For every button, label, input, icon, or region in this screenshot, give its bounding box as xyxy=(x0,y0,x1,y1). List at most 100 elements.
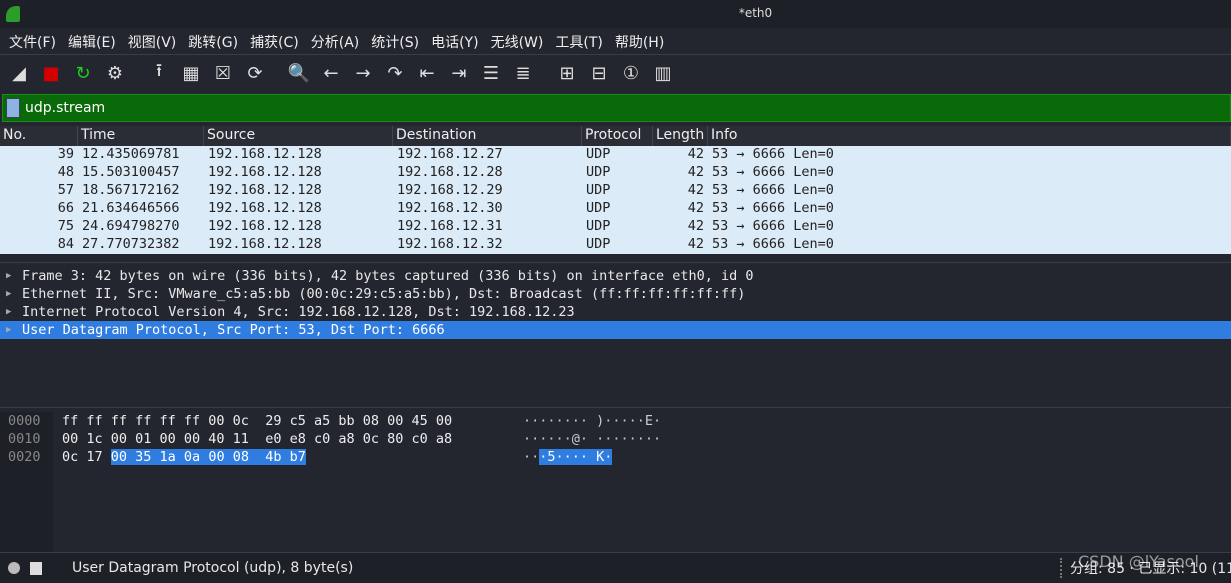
go-back-icon: ← xyxy=(323,62,339,84)
packet-cell: UDP xyxy=(586,164,611,180)
hex-bytes[interactable]: 00 1c 00 01 00 00 40 11 e0 e8 c0 a8 0c 8… xyxy=(62,430,452,448)
first-packet-button[interactable]: ⇤ xyxy=(413,59,441,87)
column-header[interactable]: Time xyxy=(78,126,204,146)
detail-tree-item[interactable]: ▶ Frame 3: 42 bytes on wire (336 bits), 4… xyxy=(0,267,1231,285)
expand-arrow-icon[interactable]: ▶ xyxy=(6,289,22,299)
hex-offset: 0010 xyxy=(8,431,41,447)
go-forward-icon: → xyxy=(355,62,371,84)
find-packet-button[interactable]: 🔍 xyxy=(285,59,313,87)
packet-row[interactable]: 48 15.503100457 192.168.12.128 192.168.12.2… xyxy=(0,164,1231,182)
packet-cell: 27.770732382 xyxy=(82,236,180,252)
packet-cell: 192.168.12.128 xyxy=(208,218,322,234)
ascii-plain: ·· xyxy=(523,449,540,465)
hex-ascii[interactable]: ········ )·····E· xyxy=(523,412,661,430)
packet-row[interactable]: 66 21.634646566 192.168.12.128 192.168.12.3… xyxy=(0,200,1231,218)
detail-tree-item[interactable]: ▶ Ethernet II, Src: VMware_c5:a5:bb (00:0… xyxy=(0,285,1231,303)
hex-bytes-plain: 0c 17 xyxy=(62,449,111,465)
ascii-highlight: ·5···· K· xyxy=(539,449,613,465)
autoscroll-button[interactable]: ☰ xyxy=(477,59,505,87)
packet-row[interactable]: 84 27.770732382 192.168.12.128 192.168.12.3… xyxy=(0,236,1231,254)
normal-size-icon: ① xyxy=(622,62,640,84)
zoom-out-icon: ⊟ xyxy=(591,62,607,84)
pane-splitter[interactable] xyxy=(0,407,1231,411)
menu-item[interactable]: 视图(V) xyxy=(122,28,183,54)
normal-size-button[interactable]: ① xyxy=(617,59,645,87)
packet-row[interactable]: 57 18.567172162 192.168.12.128 192.168.12.2… xyxy=(0,182,1231,200)
menu-item[interactable]: 统计(S) xyxy=(365,28,425,54)
hex-bytes[interactable]: 0c 17 00 35 1a 0a 00 08 4b b7 xyxy=(62,448,306,466)
zoom-in-button[interactable]: ⊞ xyxy=(553,59,581,87)
detail-text: User Datagram Protocol, Src Port: 53, Ds… xyxy=(22,322,445,338)
expand-arrow-icon[interactable]: ▶ xyxy=(6,307,22,317)
menu-item[interactable]: 工具(T) xyxy=(549,28,608,54)
detail-tree-item[interactable]: ▶ Internet Protocol Version 4, Src: 192.1… xyxy=(0,303,1231,321)
restart-capture-button[interactable]: ↻ xyxy=(69,59,97,87)
display-filter-bar xyxy=(2,94,1231,122)
menu-item[interactable]: 无线(W) xyxy=(485,28,550,54)
column-header[interactable]: Source xyxy=(204,126,393,146)
resize-columns-button[interactable]: ▥ xyxy=(649,59,677,87)
packet-cell: 192.168.12.27 xyxy=(397,146,503,162)
packet-cell: 42 xyxy=(687,146,704,162)
menu-item[interactable]: 电话(Y) xyxy=(425,28,484,54)
hex-bytes-highlight: 00 35 1a 0a 00 08 4b b7 xyxy=(110,449,306,465)
packet-cell: 192.168.12.128 xyxy=(208,164,322,180)
menu-item[interactable]: 编辑(E) xyxy=(62,28,122,54)
capture-options-icon: ⚙ xyxy=(106,62,124,84)
save-file-icon: ▦ xyxy=(182,62,200,84)
watermark: CSDN @lYasool xyxy=(1078,552,1199,571)
close-file-button[interactable]: ☒ xyxy=(209,59,237,87)
hex-bytes[interactable]: ff ff ff ff ff ff 00 0c 29 c5 a5 bb 08 0… xyxy=(62,412,452,430)
expand-arrow-icon[interactable]: ▶ xyxy=(6,271,22,281)
ascii-plain: ······@· ········ xyxy=(523,431,662,447)
packet-cell: 192.168.12.31 xyxy=(397,218,503,234)
detail-text: Frame 3: 42 bytes on wire (336 bits), 42… xyxy=(22,268,754,284)
go-to-packet-button[interactable]: ↷ xyxy=(381,59,409,87)
packet-cell: 192.168.12.32 xyxy=(397,236,503,252)
go-back-button[interactable]: ← xyxy=(317,59,345,87)
hex-ascii[interactable]: ······@· ········ xyxy=(523,430,661,448)
stop-capture-button[interactable]: ■ xyxy=(37,59,65,87)
save-file-button[interactable]: ▦ xyxy=(177,59,205,87)
column-header[interactable]: Info xyxy=(708,126,1231,146)
packet-cell: 42 xyxy=(687,182,704,198)
colorize-button[interactable]: ≣ xyxy=(509,59,537,87)
expert-info-icon[interactable] xyxy=(8,562,20,574)
packet-cell: 21.634646566 xyxy=(82,200,180,216)
bookmark-icon[interactable] xyxy=(6,98,20,118)
menu-item[interactable]: 文件(F) xyxy=(3,28,62,54)
detail-tree-item[interactable]: ▶ User Datagram Protocol, Src Port: 53, D… xyxy=(0,321,1231,339)
packet-cell: 192.168.12.30 xyxy=(397,200,503,216)
last-packet-button[interactable]: ⇥ xyxy=(445,59,473,87)
menu-item[interactable]: 分析(A) xyxy=(305,28,366,54)
expand-arrow-icon[interactable]: ▶ xyxy=(6,325,22,335)
reload-file-button[interactable]: ⟳ xyxy=(241,59,269,87)
column-header[interactable]: No. xyxy=(0,126,78,146)
packet-cell: 192.168.12.128 xyxy=(208,200,322,216)
hex-ascii[interactable]: ···5···· K· xyxy=(523,448,613,466)
start-capture-button[interactable]: ◢ xyxy=(5,59,33,87)
menu-item[interactable]: 跳转(G) xyxy=(182,28,244,54)
capture-options-button[interactable]: ⚙ xyxy=(101,59,129,87)
detail-text: Ethernet II, Src: VMware_c5:a5:bb (00:0c… xyxy=(22,286,746,302)
resize-columns-icon: ▥ xyxy=(654,62,672,84)
packet-row[interactable]: 39 12.435069781 192.168.12.128 192.168.12.2… xyxy=(0,146,1231,164)
packet-list-header: No. Time Source Destination Protocol Length In… xyxy=(0,126,1231,146)
packet-cell: UDP xyxy=(586,182,611,198)
packet-cell: UDP xyxy=(586,146,611,162)
display-filter-input[interactable] xyxy=(25,100,1230,116)
menu-item[interactable]: 捕获(C) xyxy=(244,28,305,54)
capture-comment-icon[interactable] xyxy=(30,561,42,575)
packet-cell: 53 → 6666 Len=0 xyxy=(712,218,834,234)
open-file-icon: ⭱ xyxy=(155,60,163,81)
zoom-out-button[interactable]: ⊟ xyxy=(585,59,613,87)
column-header[interactable]: Protocol xyxy=(582,126,653,146)
column-header[interactable]: Length xyxy=(653,126,708,146)
menu-item[interactable]: 帮助(H) xyxy=(609,28,670,54)
open-file-button[interactable]: ⭱ xyxy=(145,59,173,87)
go-forward-button[interactable]: → xyxy=(349,59,377,87)
column-header[interactable]: Destination xyxy=(393,126,582,146)
packet-row[interactable]: 75 24.694798270 192.168.12.128 192.168.12.3… xyxy=(0,218,1231,236)
packet-cell: 53 → 6666 Len=0 xyxy=(712,164,834,180)
pane-splitter[interactable] xyxy=(0,262,1231,266)
